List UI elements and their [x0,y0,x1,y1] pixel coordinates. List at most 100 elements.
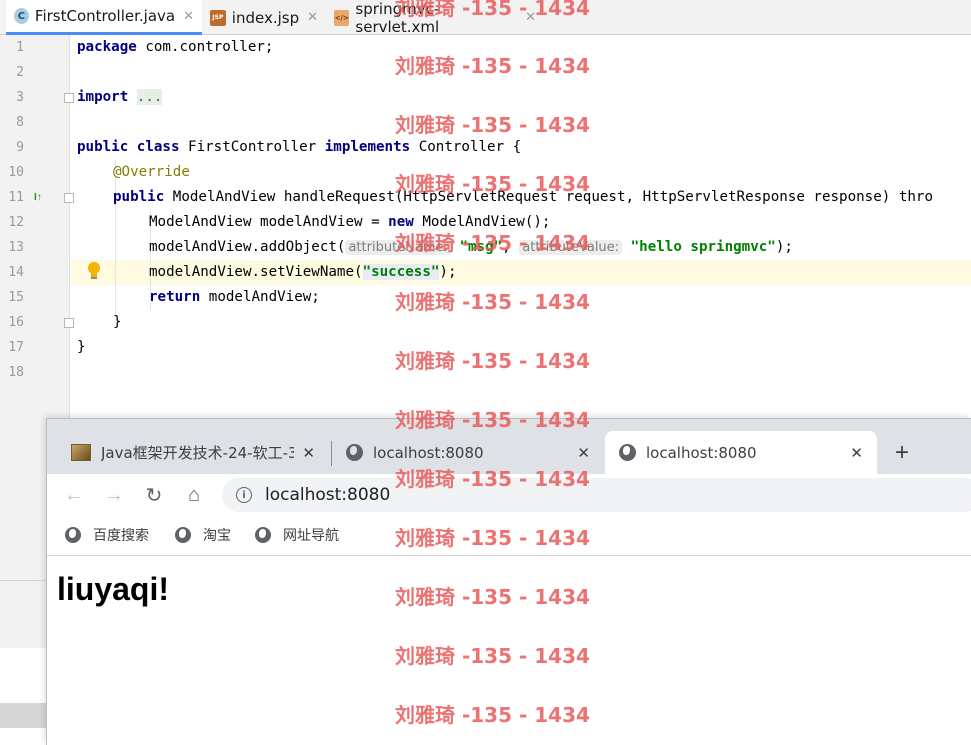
browser-tab-title: localhost:8080 [646,443,757,462]
globe-icon [619,444,636,461]
browser-toolbar: ← → ↻ ⌂ i localhost:8080 [47,474,971,516]
line-number: 11 [8,190,24,205]
globe-icon [255,527,271,543]
close-tab-icon[interactable]: ✕ [302,444,315,462]
string-literal: "msg" [459,239,503,255]
ide-tool-panel [0,648,46,703]
ide-tool-panel [0,728,46,745]
keyword: implements [324,139,411,155]
code-text: ); [775,239,793,255]
keyword: class [136,139,180,155]
fold-toggle-icon[interactable] [64,93,74,103]
xml-file-icon: </> [334,9,350,26]
line-number: 14 [8,265,24,280]
line-number: 2 [16,65,24,80]
bookmark-label: 淘宝 [203,528,231,544]
keyword: import [77,89,129,105]
bookmark-taobao[interactable]: 淘宝 [175,525,231,545]
editor-tab-bar: C FirstController.java ✕ JSP index.jsp ✕… [0,0,971,36]
line-number: 1 [16,40,24,55]
code-text: Controller { [410,139,522,155]
line-number: 13 [8,240,24,255]
info-icon[interactable]: i [236,487,252,503]
parameter-hint: attributeName: [345,240,451,255]
editor-tab-firstcontroller[interactable]: C FirstController.java ✕ [6,0,202,35]
browser-window: Java框架开发技术-24-软工-3 ✕ localhost:8080 ✕ lo… [46,418,971,745]
line-number: 17 [8,340,24,355]
keyword: package [77,39,137,55]
fold-toggle-icon[interactable] [64,318,74,328]
globe-icon [346,444,363,461]
code-line: ModelAndView modelAndView = new ModelAnd… [149,214,550,230]
favicon-icon [71,444,91,461]
code-line: public ModelAndView handleRequest(HttpSe… [113,189,933,205]
line-number: 16 [8,315,24,330]
url-text[interactable]: localhost:8080 [265,485,390,505]
fold-toggle-icon[interactable] [64,193,74,203]
code-text: ); [439,264,457,280]
back-button[interactable]: ← [61,482,87,508]
editor-tab-label: index.jsp [231,8,300,27]
line-number: 8 [16,115,24,130]
browser-tab-title: localhost:8080 [373,443,484,462]
ide-status-bar [0,703,46,728]
line-number: 18 [8,365,24,380]
browser-tab-localhost[interactable]: localhost:8080 ✕ [332,431,604,474]
line-number: 3 [16,90,24,105]
keyword: return [149,289,201,305]
folded-imports[interactable]: ... [136,89,163,105]
code-line: modelAndView.setViewName("success"); [149,264,457,280]
java-class-icon: C [14,8,29,24]
bookmark-baidu[interactable]: 百度搜索 [65,525,149,545]
jsp-file-icon: JSP [210,9,226,26]
bookmarks-bar: 百度搜索 淘宝 网址导航 [47,516,971,556]
browser-tab-strip: Java框架开发技术-24-软工-3 ✕ localhost:8080 ✕ lo… [47,419,971,474]
page-content: liuyaqi! [47,557,971,745]
code-line: modelAndView.addObject(attributeName: "m… [149,239,793,255]
code-text: modelAndView; [200,289,320,305]
code-line: } [77,339,86,355]
line-number: 10 [8,165,24,180]
editor-tab-label: springmvc-servlet.xml [355,0,440,36]
bookmark-label: 网址导航 [283,528,339,544]
implement-method-icon[interactable]: I↑ [34,192,42,203]
code-line: @Override [113,164,190,180]
reload-button[interactable]: ↻ [141,482,167,508]
code-text: ModelAndView(); [413,214,551,230]
code-text: } [77,339,86,355]
code-text: ModelAndView handleRequest(HttpServletRe… [164,189,933,205]
forward-button[interactable]: → [101,482,127,508]
editor-tab-springmvc-servlet[interactable]: </> springmvc-servlet.xml ✕ [326,0,544,36]
browser-tab-title: Java框架开发技术-24-软工-3 [101,444,295,462]
close-icon[interactable]: ✕ [183,9,194,24]
close-icon[interactable]: ✕ [525,10,536,25]
editor-tab-index-jsp[interactable]: JSP index.jsp ✕ [202,0,326,35]
address-bar[interactable]: i localhost:8080 [222,478,971,512]
bookmark-nav[interactable]: 网址导航 [255,525,339,545]
browser-tab-java-course[interactable]: Java框架开发技术-24-软工-3 ✕ [57,431,329,474]
lightbulb-icon[interactable] [86,261,102,281]
close-tab-icon[interactable]: ✕ [850,444,863,462]
ide-tool-panel [0,580,46,648]
keyword: public [77,139,129,155]
code-text: ModelAndView modelAndView = [149,214,389,230]
code-line: } [113,314,122,330]
close-icon[interactable]: ✕ [307,10,318,25]
indent-guide [115,160,116,320]
code-text: com.controller; [136,39,274,55]
code-text: } [113,314,122,330]
new-tab-button[interactable]: + [895,439,909,467]
code-line: return modelAndView; [149,289,320,305]
line-number: 12 [8,215,24,230]
browser-tab-localhost-active[interactable]: localhost:8080 ✕ [605,431,877,474]
bookmark-label: 百度搜索 [93,528,149,544]
close-tab-icon[interactable]: ✕ [577,444,590,462]
line-number: 9 [16,140,24,155]
globe-icon [175,527,191,543]
globe-icon [65,527,81,543]
keyword: public [113,189,165,205]
home-button[interactable]: ⌂ [181,482,207,508]
string-literal: "hello springmvc" [630,239,776,255]
code-text: , [502,239,520,255]
string-literal: "success" [362,264,440,280]
